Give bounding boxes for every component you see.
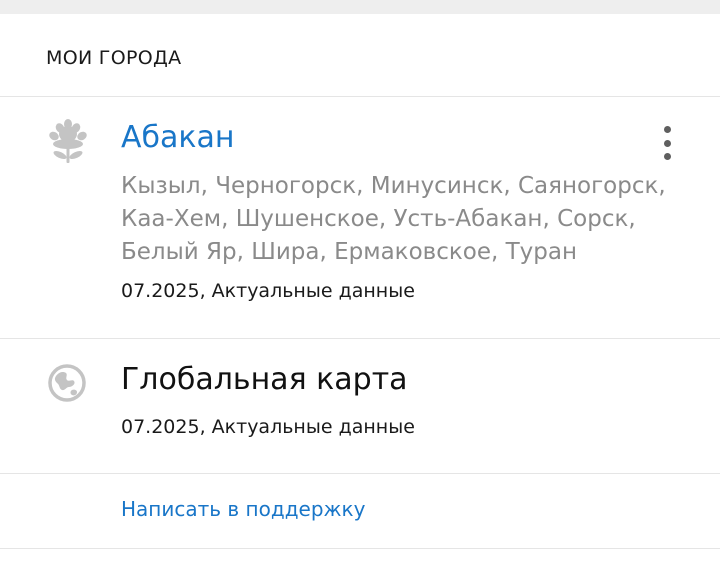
more-options-icon[interactable]	[656, 124, 678, 162]
city-name[interactable]: Абакан	[121, 120, 235, 155]
divider	[0, 473, 720, 474]
global-map-status: 07.2025, Актуальные данные	[121, 416, 415, 438]
city-status: 07.2025, Актуальные данные	[121, 280, 415, 302]
support-link[interactable]: Написать в поддержку	[121, 497, 365, 521]
divider	[0, 548, 720, 549]
top-bar	[0, 0, 720, 14]
section-header: МОИ ГОРОДА	[46, 47, 182, 69]
global-map-item[interactable]	[0, 339, 720, 473]
city-nearby-list: Кызыл, Черногорск, Минусинск, Саяногорск…	[121, 173, 666, 265]
global-map-title[interactable]: Глобальная карта	[121, 362, 408, 397]
city-emblem-icon	[49, 119, 87, 163]
globe-icon	[48, 364, 86, 402]
